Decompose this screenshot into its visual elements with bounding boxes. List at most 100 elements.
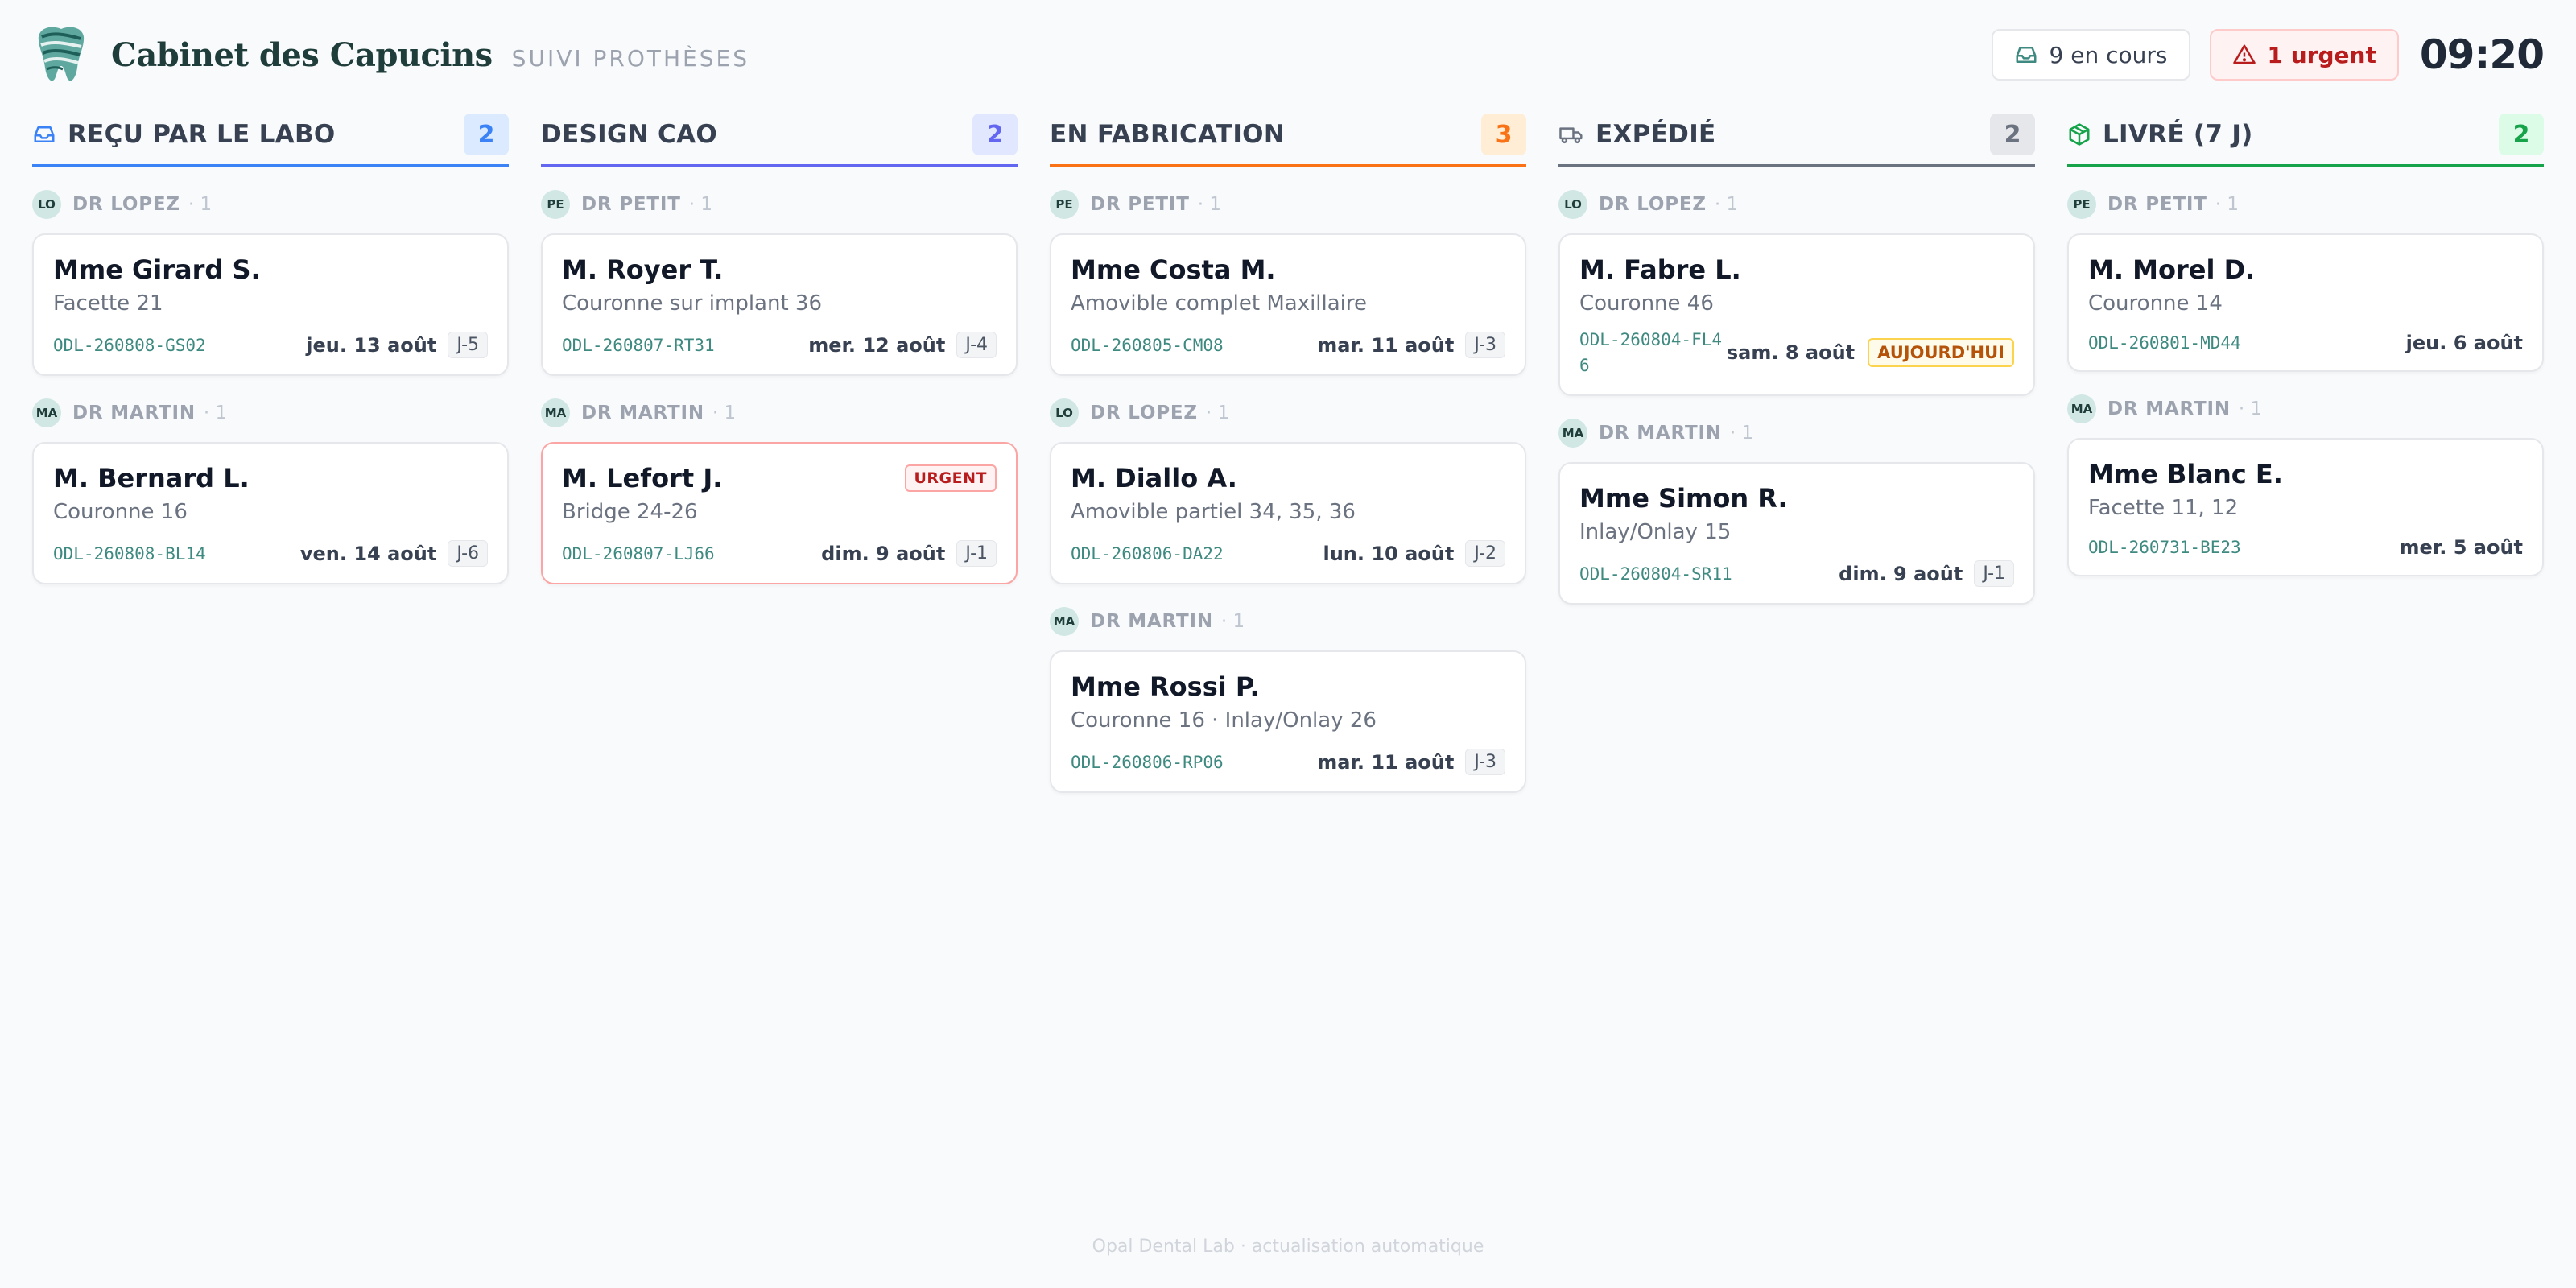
doctor-count: · 1 (712, 402, 737, 423)
patient-name: M. Lefort J. (562, 463, 723, 493)
days-left-badge: J-2 (1465, 540, 1505, 567)
doctor-name: DR LOPEZ (72, 194, 180, 215)
order-ref: ODL-260806-RP06 (1071, 752, 1224, 772)
case-card[interactable]: Mme Rossi P. Couronne 16 · Inlay/Onlay 2… (1050, 650, 1526, 793)
days-left-badge: J-5 (448, 332, 488, 358)
doctor-count: · 1 (203, 402, 228, 423)
order-ref: ODL-260807-RT31 (562, 335, 715, 355)
column-en-fabrication: EN FABRICATION 3 PE DR PETIT · 1 Mme Cos… (1050, 106, 1526, 793)
due-date: mer. 5 août (2399, 536, 2523, 559)
clock: 09:20 (2419, 31, 2545, 78)
urgent-label: 1 urgent (2267, 41, 2376, 68)
doctor-name: DR LOPEZ (1599, 194, 1707, 215)
case-card[interactable]: Mme Blanc E. Facette 11, 12 ODL-260731-B… (2067, 438, 2544, 576)
doctor-count: · 1 (1197, 194, 1221, 215)
case-card[interactable]: Mme Simon R. Inlay/Onlay 15 ODL-260804-S… (1558, 462, 2035, 605)
due-date: dim. 9 août (1839, 562, 1963, 585)
tooth-logo (38, 27, 85, 81)
treatment: Inlay/Onlay 15 (1579, 520, 1732, 544)
case-card[interactable]: Mme Girard S. Facette 21 ODL-260808-GS02… (32, 233, 509, 376)
doctor-name: DR PETIT (1090, 194, 1190, 215)
case-card[interactable]: Mme Costa M. Amovible complet Maxillaire… (1050, 233, 1526, 376)
case-card[interactable]: M. Fabre L. Couronne 46 ODL-260804-FL46 … (1558, 233, 2035, 396)
column-header: EXPÉDIÉ 2 (1558, 106, 2035, 167)
doctor-group-header: PE DR PETIT · 1 (1050, 190, 1526, 219)
kanban-board: REÇU PAR LE LABO 2 LO DR LOPEZ · 1 Mme G… (32, 106, 2544, 793)
doctor-name: DR MARTIN (581, 402, 704, 423)
order-ref: ODL-260801-MD44 (2088, 333, 2241, 353)
patient-name: M. Fabre L. (1579, 254, 1741, 285)
avatar: LO (1050, 398, 1079, 427)
today-badge: AUJOURD'HUI (1868, 338, 2014, 367)
treatment: Facette 21 (53, 291, 163, 316)
order-ref: ODL-260731-BE23 (2088, 538, 2241, 557)
treatment: Couronne 16 (53, 500, 188, 524)
treatment: Facette 11, 12 (2088, 496, 2239, 520)
avatar: PE (1050, 190, 1079, 219)
column-count: 2 (972, 114, 1018, 155)
due-date: ven. 14 août (299, 542, 437, 565)
case-card[interactable]: M. Royer T. Couronne sur implant 36 ODL-… (541, 233, 1018, 376)
avatar: LO (32, 190, 61, 219)
case-card[interactable]: M. Diallo A. Amovible partiel 34, 35, 36… (1050, 442, 1526, 584)
in-progress-label: 9 en cours (2049, 41, 2168, 68)
treatment: Couronne 46 (1579, 291, 1714, 316)
doctor-count: · 1 (688, 194, 712, 215)
doctor-name: DR LOPEZ (1090, 402, 1198, 423)
due-date: lun. 10 août (1323, 542, 1455, 565)
doctor-count: · 1 (2238, 398, 2263, 419)
in-progress-chip[interactable]: 9 en cours (1991, 29, 2190, 80)
case-card[interactable]: M. Morel D. Couronne 14 ODL-260801-MD44 … (2067, 233, 2544, 372)
app-header: Cabinet des Capucins SUIVI PROTHÈSES 9 e… (32, 23, 2545, 87)
patient-name: Mme Rossi P. (1071, 671, 1260, 702)
header-status: 9 en cours 1 urgent 09:20 (1972, 29, 2545, 80)
treatment: Couronne sur implant 36 (562, 291, 822, 316)
case-card-urgent[interactable]: M. Lefort J. URGENT Bridge 24-26 ODL-260… (541, 442, 1018, 584)
package-icon (2069, 123, 2090, 146)
avatar: LO (1558, 190, 1587, 219)
warning-icon (2232, 44, 2256, 64)
days-left-badge: J-3 (1465, 749, 1505, 775)
brand-subtitle: SUIVI PROTHÈSES (511, 44, 749, 72)
column-recu: REÇU PAR LE LABO 2 LO DR LOPEZ · 1 Mme G… (32, 106, 509, 793)
doctor-group-header: MA DR MARTIN · 1 (2067, 394, 2544, 423)
doctor-group-header: PE DR PETIT · 1 (541, 190, 1018, 219)
due-date: mar. 11 août (1317, 333, 1455, 357)
days-left-badge: J-3 (1465, 332, 1505, 358)
column-title: EN FABRICATION (1050, 120, 1286, 149)
days-left-badge: J-1 (956, 540, 997, 567)
column-count: 2 (464, 114, 509, 155)
order-ref: ODL-260804-SR11 (1579, 564, 1732, 584)
case-card[interactable]: M. Bernard L. Couronne 16 ODL-260808-BL1… (32, 442, 509, 584)
urgent-chip[interactable]: 1 urgent (2209, 29, 2399, 80)
treatment: Bridge 24-26 (562, 500, 698, 524)
avatar: MA (1050, 607, 1079, 636)
due-date: mer. 12 août (808, 333, 946, 357)
doctor-count: · 1 (2215, 194, 2239, 215)
doctor-group-header: MA DR MARTIN · 1 (541, 398, 1018, 427)
avatar: MA (1558, 419, 1587, 448)
order-ref: ODL-260805-CM08 (1071, 335, 1224, 355)
avatar: MA (32, 398, 61, 427)
column-title: LIVRÉ (7 J) (2103, 120, 2253, 149)
avatar: MA (541, 398, 570, 427)
due-date: jeu. 13 août (306, 333, 437, 357)
patient-name: M. Bernard L. (53, 463, 250, 493)
patient-name: M. Morel D. (2088, 254, 2256, 285)
order-ref: ODL-260808-BL14 (53, 543, 206, 564)
doctor-group-header: PE DR PETIT · 1 (2067, 190, 2544, 219)
patient-name: Mme Blanc E. (2088, 459, 2283, 489)
due-date: jeu. 6 août (2405, 332, 2523, 354)
column-expedie: EXPÉDIÉ 2 LO DR LOPEZ · 1 M. Fabre L. Co… (1558, 106, 2035, 793)
doctor-group-header: MA DR MARTIN · 1 (1558, 419, 2035, 448)
doctor-name: DR MARTIN (2107, 398, 2231, 419)
doctor-count: · 1 (1205, 402, 1230, 423)
due-date: sam. 8 août (1726, 341, 1856, 364)
days-left-badge: J-4 (956, 332, 997, 358)
patient-name: M. Royer T. (562, 254, 724, 285)
column-count: 2 (1990, 114, 2035, 155)
doctor-count: · 1 (1714, 194, 1739, 215)
treatment: Couronne 16 · Inlay/Onlay 26 (1071, 708, 1377, 733)
doctor-count: · 1 (1729, 423, 1754, 444)
patient-name: Mme Girard S. (53, 254, 261, 285)
